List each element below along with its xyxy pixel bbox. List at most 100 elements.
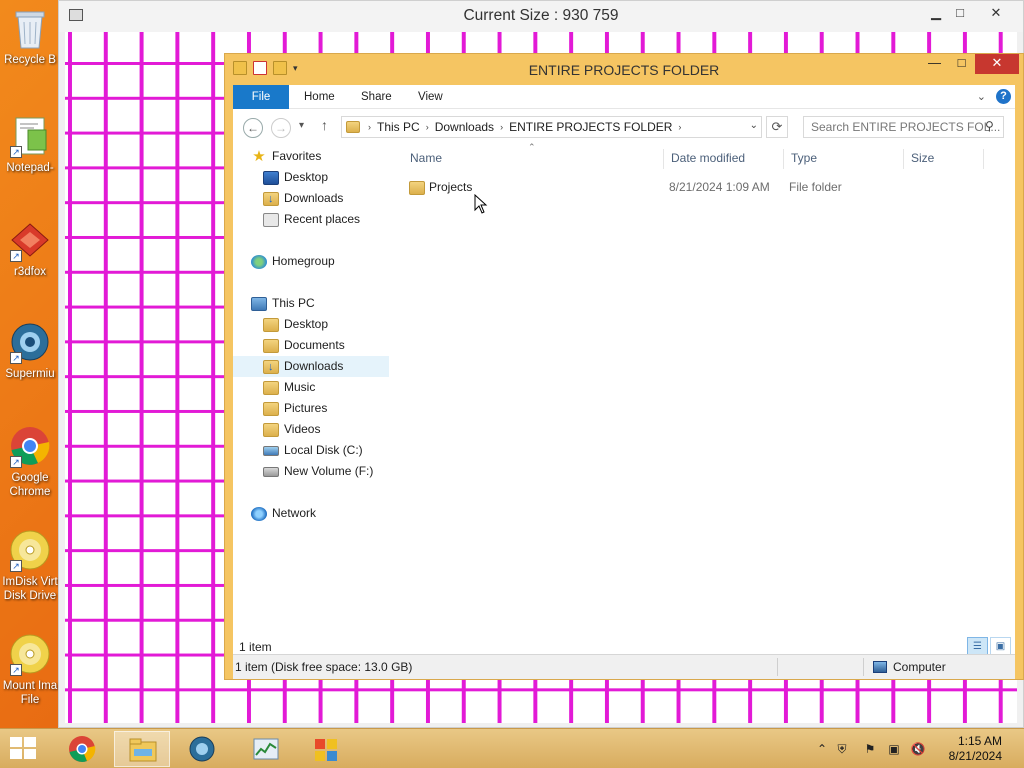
start-button[interactable] [10,737,38,761]
nav-label: Desktop [284,170,329,184]
status-location-label: Computer [893,660,946,674]
breadcrumb-entire-projects-folder[interactable]: ENTIRE PROJECTS FOLDER [509,120,672,134]
column-header-type[interactable]: Type [791,151,817,165]
help-icon[interactable]: ? [996,89,1011,104]
breadcrumb-this-pc[interactable]: This PC [377,120,420,134]
column-header-name[interactable]: Name [410,151,442,165]
nav-pc-desktop[interactable]: Desktop [263,314,328,335]
grid-window-title: Current Size : 930 759 [463,7,619,24]
taskbar-supermium[interactable] [174,731,230,767]
file-row-projects[interactable]: Projects 8/21/2024 1:09 AM File folder [407,178,1017,198]
column-divider[interactable] [783,149,784,169]
nav-label: Network [272,506,317,520]
desktop-icon-mount-image[interactable]: ↗ Mount Ima File [0,632,60,707]
desktop-icon-r3dfox[interactable]: ↗ r3dfox [0,218,60,279]
nav-pc-new-volume-f[interactable]: New Volume (F:) [263,461,373,482]
breadcrumb-separator-icon[interactable]: › [500,122,503,132]
forward-button[interactable]: → [271,118,291,138]
close-button[interactable]: ✕ [975,54,1019,74]
address-bar[interactable]: › This PC › Downloads › ENTIRE PROJECTS … [341,116,762,138]
tab-home[interactable]: Home [291,85,348,109]
nav-fav-recent-places[interactable]: Recent places [263,209,360,230]
desktop-icon-notepad[interactable]: ↗ Notepad- [0,114,60,175]
desktop-icon-supermium[interactable]: ↗ Supermiu [0,320,60,381]
volume-muted-icon[interactable]: 🔇 [910,741,926,757]
search-input[interactable]: Search ENTIRE PROJECTS FOL... [803,116,1004,138]
network-icon[interactable]: ▣ [886,741,902,757]
windows-logo-pane [10,749,22,759]
nav-homegroup[interactable]: Homegroup [251,251,335,272]
nav-network[interactable]: Network [251,503,316,524]
taskbar-control-panel[interactable] [298,731,354,767]
expand-ribbon-icon[interactable]: ⌄ [977,90,986,103]
close-button[interactable]: ✕ [983,5,1009,21]
show-hidden-icons-icon[interactable]: ⌃ [814,741,830,757]
column-header-date-modified[interactable]: Date modified [671,151,745,165]
search-icon[interactable]: ⚲ [985,119,1011,133]
column-divider[interactable] [663,149,664,169]
tab-share[interactable]: Share [348,85,405,109]
shortcut-arrow-icon: ↗ [10,664,22,676]
security-shield-icon[interactable]: ⛨ [834,741,850,757]
file-explorer-window[interactable]: ▾ ENTIRE PROJECTS FOLDER — □ ✕ File Home… [224,53,1024,680]
videos-icon [263,422,279,437]
desktop-icon-label: Supermiu [5,368,55,380]
tab-file[interactable]: File [233,85,289,109]
nav-this-pc[interactable]: This PC [251,293,315,314]
recycle-bin-icon [8,6,52,50]
desktop-icon-imdisk[interactable]: ↗ ImDisk Virt Disk Drive [0,528,60,603]
nav-fav-desktop[interactable]: Desktop [263,167,328,188]
refresh-button[interactable]: ⟳ [766,116,788,138]
maximize-button[interactable]: □ [947,5,973,21]
folder-icon [263,317,279,332]
network-icon [251,506,267,521]
taskbar-chrome[interactable] [54,731,110,767]
status-divider [863,658,864,676]
homegroup-icon [251,254,267,269]
maximize-button[interactable]: □ [948,54,975,74]
nav-label: Downloads [284,359,344,373]
ribbon-right-controls: ⌄ ? [977,89,1011,104]
desktop-icon-label: Notepad- [6,162,54,174]
minimize-button[interactable]: — [921,54,948,74]
nav-pc-videos[interactable]: Videos [263,419,320,440]
system-clock[interactable]: 1:15 AM 8/21/2024 [949,734,1002,764]
recent-locations-icon[interactable]: ▾ [299,120,304,131]
nav-favorites[interactable]: ★ Favorites [251,146,321,167]
notepad-icon: ↗ [8,114,52,158]
column-divider[interactable] [983,149,984,169]
up-button[interactable]: ↑ [321,117,328,133]
column-header-size[interactable]: Size [911,151,934,165]
chrome-icon [69,736,96,762]
desktop-icon-chrome[interactable]: ↗ Google Chrome [0,424,60,499]
windows-drive-icon [263,445,279,456]
breadcrumb-separator-icon[interactable]: › [368,122,371,132]
column-divider[interactable] [903,149,904,169]
breadcrumb-downloads[interactable]: Downloads [435,120,494,134]
nav-pc-local-disk-c[interactable]: Local Disk (C:) [263,440,363,461]
nav-pc-downloads[interactable]: Downloads [233,356,389,378]
breadcrumb-separator-icon[interactable]: › [426,122,429,132]
taskbar-task-manager[interactable] [238,731,294,767]
breadcrumb-separator-icon[interactable]: › [678,122,681,132]
drive-icon [263,466,279,477]
nav-pc-documents[interactable]: Documents [263,335,345,356]
back-button[interactable]: ← [243,118,263,138]
grid-window-titlebar[interactable]: Current Size : 930 759 ▁ □ ✕ [59,1,1023,32]
action-center-flag-icon[interactable]: ⚑ [862,741,878,757]
file-list[interactable]: ⌃ Name Date modified Type Size Projects … [399,142,1017,645]
nav-fav-downloads[interactable]: Downloads [263,188,343,210]
tab-view[interactable]: View [405,85,456,109]
recent-places-icon [263,212,279,227]
desktop-icon-recycle-bin[interactable]: Recycle B [0,6,60,67]
nav-pc-music[interactable]: Music [263,377,315,398]
address-dropdown-icon[interactable]: ⌄ [750,120,758,131]
status-disk-space: 1 item (Disk free space: 13.0 GB) [235,660,413,674]
minimize-button[interactable]: ▁ [923,5,949,21]
explorer-titlebar[interactable]: ▾ ENTIRE PROJECTS FOLDER — □ ✕ [225,54,1023,85]
nav-pc-pictures[interactable]: Pictures [263,398,327,419]
desktop-icon-label: r3dfox [14,266,46,278]
mouse-cursor-icon [474,194,488,214]
pictures-icon [263,401,279,416]
taskbar-file-explorer[interactable] [114,731,170,767]
